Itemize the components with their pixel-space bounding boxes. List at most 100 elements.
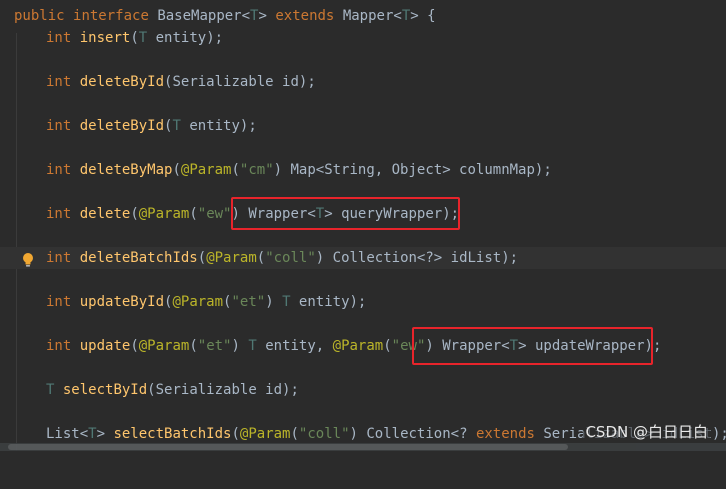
token: int <box>46 250 72 266</box>
token: T <box>315 206 325 222</box>
token: updateById <box>79 294 165 310</box>
token: @Param <box>172 294 224 310</box>
code-line-delete-by-map[interactable]: int deleteByMap(@Param("cm") Map<String,… <box>0 159 726 181</box>
token: ( <box>231 426 240 442</box>
token: int <box>46 74 72 90</box>
token: ) <box>265 294 283 310</box>
token: > { <box>410 8 436 24</box>
token: deleteById <box>79 118 165 134</box>
token: T <box>138 30 148 46</box>
horizontal-scrollbar[interactable] <box>0 443 726 451</box>
token: ) <box>231 338 249 354</box>
token: update <box>79 338 131 354</box>
token: entity, <box>256 338 333 354</box>
token: T <box>401 8 411 24</box>
token: entity); <box>147 30 224 46</box>
token: List< <box>46 426 89 442</box>
token: ) Map<String, Object> columnMap); <box>273 162 552 178</box>
code-line-delete-batch-ids[interactable]: int deleteBatchIds(@Param("coll") Collec… <box>0 247 726 269</box>
token: T <box>248 338 257 354</box>
token: entity); <box>290 294 367 310</box>
token: ( <box>290 426 299 442</box>
token: Wrapper< <box>442 338 510 354</box>
watermark: CSDN @白日日白 <box>583 421 710 442</box>
token: (Serializable id); <box>164 74 316 90</box>
token: Wrapper< <box>248 206 316 222</box>
token: ( <box>130 206 139 222</box>
token: ) Collection<?> idList); <box>315 250 519 266</box>
code-line-delete[interactable]: int delete(@Param("ew") Wrapper<T> query… <box>0 203 726 225</box>
token: @Param <box>138 206 190 222</box>
token: BaseMapper <box>157 8 242 24</box>
token: int <box>46 338 72 354</box>
token: @Param <box>138 338 190 354</box>
code-line-update-by-id[interactable]: int updateById(@Param("et") T entity); <box>0 291 726 313</box>
token: @Param <box>239 426 291 442</box>
token: int <box>46 294 72 310</box>
token: ( <box>189 338 198 354</box>
token: ( <box>189 206 198 222</box>
token: ( <box>383 338 392 354</box>
scrollbar-thumb[interactable] <box>8 444 568 450</box>
token: entity); <box>180 118 257 134</box>
token: T <box>88 426 97 442</box>
token: ( <box>197 250 207 266</box>
token: "coll" <box>265 250 316 266</box>
token: delete <box>79 206 131 222</box>
token: @Param <box>180 162 232 178</box>
token: "et" <box>197 338 232 354</box>
token: @Param <box>206 250 257 266</box>
token: > queryWrapper); <box>324 206 460 222</box>
token: "ew" <box>391 338 426 354</box>
token: < <box>393 8 402 24</box>
token: ) Collection<? <box>349 426 476 442</box>
token: public <box>14 8 65 24</box>
token: T <box>509 338 519 354</box>
token: < <box>241 8 251 24</box>
token: ) <box>425 338 443 354</box>
token: interface <box>73 8 149 24</box>
token: "et" <box>231 294 266 310</box>
token: ( <box>130 338 139 354</box>
code-line-update[interactable]: int update(@Param("et") T entity, @Param… <box>0 335 726 357</box>
token: selectById <box>62 382 148 398</box>
code-line-interface[interactable]: public interface BaseMapper<T> extends M… <box>0 5 726 27</box>
token: ( <box>256 250 266 266</box>
code-editor[interactable]: public interface BaseMapper<T> extends M… <box>0 0 726 451</box>
token: > <box>96 426 114 442</box>
code-line-delete-by-id-serializable[interactable]: int deleteById(Serializable id); <box>0 71 726 93</box>
token: extends <box>475 426 535 442</box>
token: ( <box>130 30 139 46</box>
token: int <box>46 206 72 222</box>
lightbulb-icon[interactable] <box>21 252 35 268</box>
token: deleteBatchIds <box>79 250 198 266</box>
token: deleteById <box>79 74 165 90</box>
token: insert <box>79 30 131 46</box>
token: int <box>46 118 72 134</box>
token: "cm" <box>239 162 274 178</box>
token: ( <box>231 162 240 178</box>
token: > updateWrapper); <box>518 338 662 354</box>
token: deleteByMap <box>79 162 173 178</box>
token: T <box>282 294 291 310</box>
code-line-delete-by-id-entity[interactable]: int deleteById(T entity); <box>0 115 726 137</box>
token: "ew" <box>197 206 232 222</box>
token: extends <box>275 8 335 24</box>
code-line-select-by-id[interactable]: T selectById(Serializable id); <box>0 379 726 401</box>
token: selectBatchIds <box>113 426 232 442</box>
token: > <box>258 8 267 24</box>
code-line-insert[interactable]: int insert(T entity); <box>0 27 726 49</box>
token: int <box>46 162 72 178</box>
token: ) <box>231 206 249 222</box>
token: ( <box>172 162 181 178</box>
